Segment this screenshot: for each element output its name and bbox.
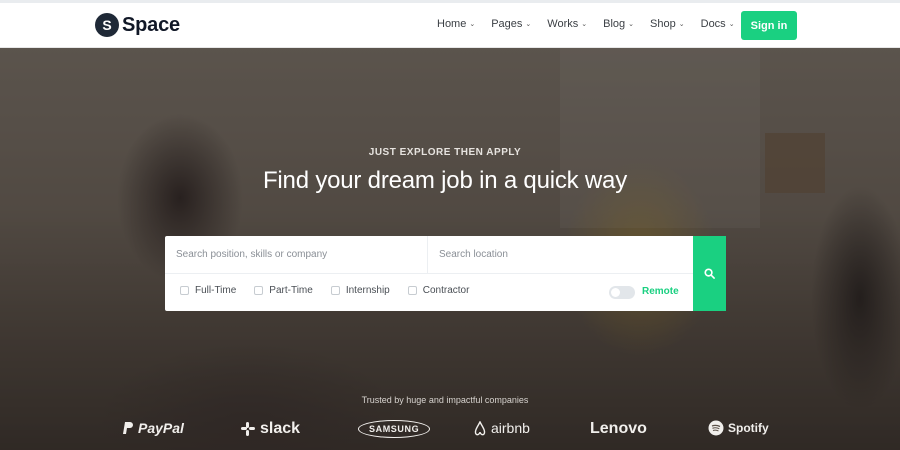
filter-internship[interactable]: Internship — [330, 285, 390, 296]
hero-eyebrow: JUST EXPLORE THEN APPLY — [368, 147, 522, 158]
paypal-wordmark: PayPal — [138, 420, 184, 436]
nav-item-label: Home — [437, 18, 467, 30]
checkbox[interactable] — [330, 286, 340, 295]
location-search-input[interactable]: Search location — [428, 236, 693, 274]
job-search-card: Search position, skills or company Searc… — [165, 236, 726, 311]
brand-mark: S — [95, 13, 119, 37]
lenovo-logo: Lenovo — [590, 420, 647, 438]
nav-item-pages[interactable]: Pages ⌄ — [491, 18, 531, 30]
nav-item-label: Shop — [650, 18, 676, 30]
remote-toggle[interactable] — [609, 286, 635, 299]
chevron-down-icon: ⌄ — [469, 21, 476, 28]
sign-in-button[interactable]: Sign in — [741, 11, 797, 40]
chevron-down-icon: ⌄ — [628, 21, 635, 28]
nav-item-shop[interactable]: Shop ⌄ — [650, 18, 685, 30]
search-icon — [704, 268, 715, 279]
samsung-wordmark: SAMSUNG — [358, 420, 431, 438]
filter-label: Part-Time — [269, 285, 313, 296]
filter-contractor[interactable]: Contractor — [407, 285, 470, 296]
checkbox[interactable] — [180, 286, 189, 295]
spotify-icon — [708, 420, 724, 436]
slack-logo: slack — [240, 420, 300, 438]
chevron-down-icon: ⌄ — [525, 21, 532, 28]
trusted-by-text: Trusted by huge and impactful companies — [361, 395, 529, 405]
nav-item-label: Pages — [491, 18, 523, 30]
filter-label: Internship — [345, 285, 390, 296]
brand-logo[interactable]: S Space — [95, 13, 180, 37]
toggle-knob — [611, 288, 620, 297]
airbnb-icon — [474, 420, 486, 435]
nav-item-works[interactable]: Works ⌄ — [547, 18, 587, 30]
nav-item-docs[interactable]: Docs ⌄ — [701, 18, 735, 30]
spotify-logo: Spotify — [708, 420, 769, 436]
chevron-down-icon: ⌄ — [678, 21, 685, 28]
samsung-logo: SAMSUNG — [358, 420, 431, 438]
spotify-wordmark: Spotify — [728, 421, 769, 435]
filter-full-time[interactable]: Full-Time — [180, 285, 236, 296]
chevron-down-icon: ⌄ — [728, 21, 735, 28]
paypal-logo: PayPal — [122, 420, 184, 436]
filter-part-time[interactable]: Part-Time — [254, 285, 313, 296]
checkbox[interactable] — [254, 286, 264, 295]
position-search-input[interactable]: Search position, skills or company — [165, 236, 428, 274]
nav-item-blog[interactable]: Blog ⌄ — [603, 18, 634, 30]
brand-name: Space — [122, 13, 180, 36]
filter-label: Contractor — [422, 285, 470, 296]
checkbox[interactable] — [407, 286, 417, 295]
navbar: S Space Home ⌄ Pages ⌄ Works ⌄ Blog ⌄ Shop ⌄ … — [0, 3, 900, 48]
search-button[interactable] — [693, 236, 726, 311]
filter-label: Full-Time — [195, 285, 237, 296]
nav-item-label: Docs — [700, 18, 726, 30]
slack-wordmark: slack — [260, 420, 301, 437]
nav-item-home[interactable]: Home ⌄ — [437, 18, 475, 30]
job-type-filters: Full-Time Part-Time Internship Contracto… — [180, 285, 487, 296]
airbnb-wordmark: airbnb — [491, 420, 530, 436]
hero-section: JUST EXPLORE THEN APPLY Find your dream … — [0, 48, 900, 450]
airbnb-logo: airbnb — [473, 420, 530, 436]
slack-icon — [241, 422, 255, 436]
hero-title: Find your dream job in a quick way — [262, 167, 628, 194]
remote-label[interactable]: Remote — [642, 286, 679, 297]
chevron-down-icon: ⌄ — [581, 21, 588, 28]
lenovo-wordmark: Lenovo — [590, 420, 647, 437]
paypal-icon — [123, 422, 133, 434]
nav-item-label: Works — [547, 18, 579, 30]
main-nav: Home ⌄ Pages ⌄ Works ⌄ Blog ⌄ Shop ⌄ Docs ⌄ — [437, 18, 751, 30]
nav-item-label: Blog — [603, 18, 626, 30]
